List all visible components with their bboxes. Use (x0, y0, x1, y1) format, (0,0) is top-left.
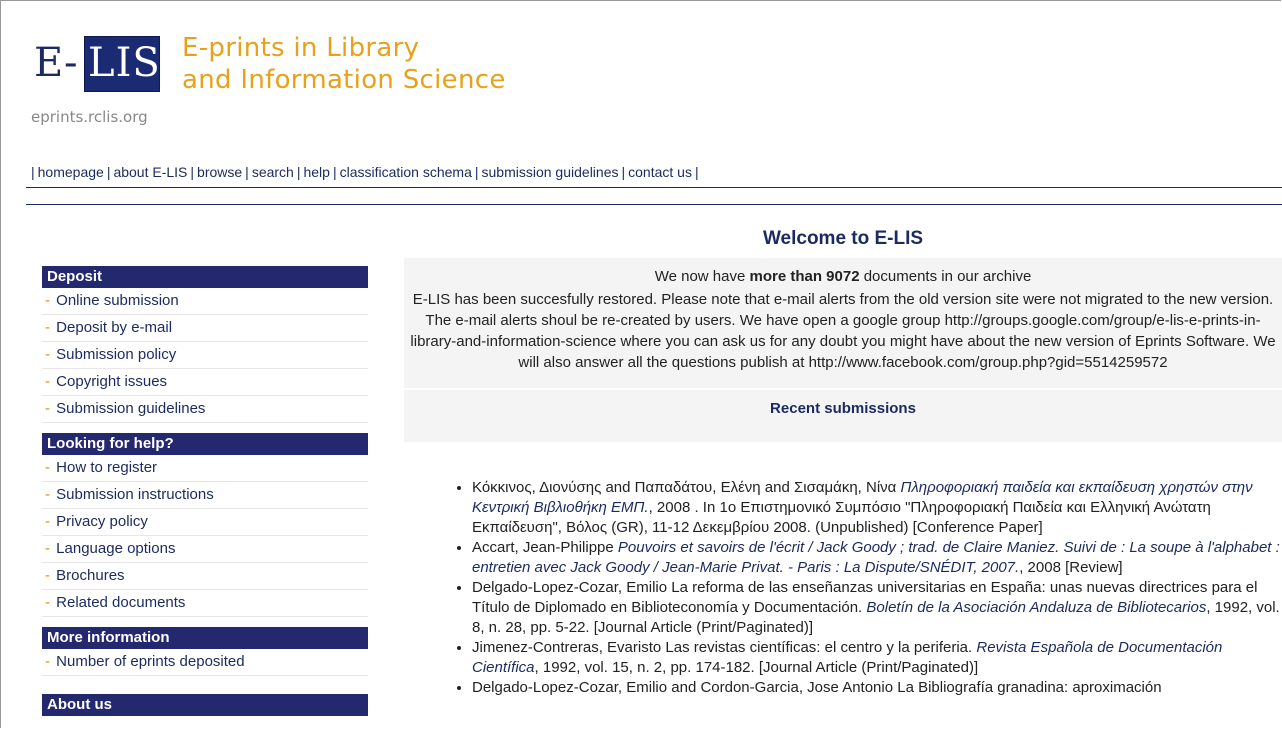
recent-submissions-header: Recent submissions (404, 390, 1282, 442)
nav-divider-top (26, 187, 1282, 188)
list-item: Delgado-Lopez-Cozar, Emilio and Cordon-G… (472, 678, 1282, 698)
site-title-line2: and Information Science (182, 65, 506, 95)
nav-separator: | (621, 164, 626, 180)
nav-contact-us[interactable]: contact us (628, 164, 692, 180)
sidebar-item-online-submission[interactable]: - Online submission (42, 288, 368, 315)
logo-e-text: E- (34, 40, 78, 86)
sidebar-item-submission-instructions[interactable]: - Submission instructions (42, 482, 368, 509)
nav-submission-guidelines[interactable]: submission guidelines (482, 164, 619, 180)
logo-lis-text: LIS (88, 40, 161, 86)
sidebar-item-submission-guidelines[interactable]: - Submission guidelines (42, 396, 368, 423)
recent-submissions-list: Κόκκινος, Διονύσης and Παπαδάτου, Ελένη … (448, 478, 1282, 698)
sidebar-heading: Looking for help? (42, 433, 368, 455)
list-item: Accart, Jean-Philippe Pouvoirs et savoir… (472, 538, 1282, 578)
sidebar-item-related-documents[interactable]: - Related documents (42, 590, 368, 617)
sidebar-section-about-us: About us (42, 694, 368, 716)
list-item: Delgado-Lopez-Cozar, Emilio La reforma d… (472, 578, 1282, 638)
sidebar-section-more-information: More information - Number of eprints dep… (42, 627, 368, 676)
logo-mark: E- LIS (28, 28, 164, 98)
list-item: Jimenez-Contreras, Evaristo Las revistas… (472, 638, 1282, 678)
sidebar-item-privacy-policy[interactable]: - Privacy policy (42, 509, 368, 536)
logo-url: eprints.rclis.org (31, 108, 148, 126)
sidebar-item-copyright-issues[interactable]: - Copyright issues (42, 369, 368, 396)
sidebar-section-help: Looking for help? - How to register - Su… (42, 433, 368, 617)
nav-homepage[interactable]: homepage (38, 164, 104, 180)
nav-separator: | (332, 164, 337, 180)
page-title: Welcome to E-LIS (762, 228, 924, 249)
top-nav: | homepage | about E-LIS | browse | search | help… (28, 164, 1282, 182)
sidebar-item-how-to-register[interactable]: - How to register (42, 455, 368, 482)
sidebar-item-brochures[interactable]: - Brochures (42, 563, 368, 590)
sidebar-item-submission-policy[interactable]: - Submission policy (42, 342, 368, 369)
sidebar-section-deposit: Deposit - Online submission - Deposit by… (42, 266, 368, 423)
list-item: Κόκκινος, Διονύσης and Παπαδάτου, Ελένη … (472, 478, 1282, 538)
nav-separator: | (106, 164, 111, 180)
restoration-notice: E-LIS has been succesfully restored. Ple… (410, 291, 1276, 371)
sidebar-item-number-of-eprints[interactable]: - Number of eprints deposited (42, 649, 368, 676)
sidebar-item-deposit-by-email[interactable]: - Deposit by e-mail (42, 315, 368, 342)
sidebar: Deposit - Online submission - Deposit by… (42, 266, 368, 726)
recent-submissions-title: Recent submissions (770, 400, 916, 417)
submission-journal: Boletín de la Asociación Andaluza de Bib… (866, 599, 1207, 616)
site-title: E-prints in Library and Information Scie… (182, 32, 506, 96)
nav-about[interactable]: about E-LIS (113, 164, 187, 180)
document-count: We now have more than 9072 documents in … (654, 268, 1032, 285)
sidebar-heading: More information (42, 627, 368, 649)
nav-separator: | (190, 164, 195, 180)
nav-search[interactable]: search (252, 164, 294, 180)
sidebar-heading: About us (42, 694, 368, 716)
nav-separator: | (31, 164, 35, 180)
sidebar-heading: Deposit (42, 266, 368, 288)
site-title-line1: E-prints in Library (182, 33, 420, 63)
announcement-box: We now have more than 9072 documents in … (404, 258, 1282, 388)
nav-browse[interactable]: browse (197, 164, 242, 180)
nav-help[interactable]: help (303, 164, 329, 180)
nav-separator: | (474, 164, 479, 180)
nav-separator: | (694, 164, 699, 180)
nav-separator: | (296, 164, 301, 180)
nav-divider-bottom (26, 204, 1282, 205)
nav-separator: | (245, 164, 249, 180)
nav-classification-schema[interactable]: classification schema (340, 164, 472, 180)
sidebar-item-language-options[interactable]: - Language options (42, 536, 368, 563)
site-logo[interactable]: E- LIS eprints.rclis.org (28, 28, 164, 130)
